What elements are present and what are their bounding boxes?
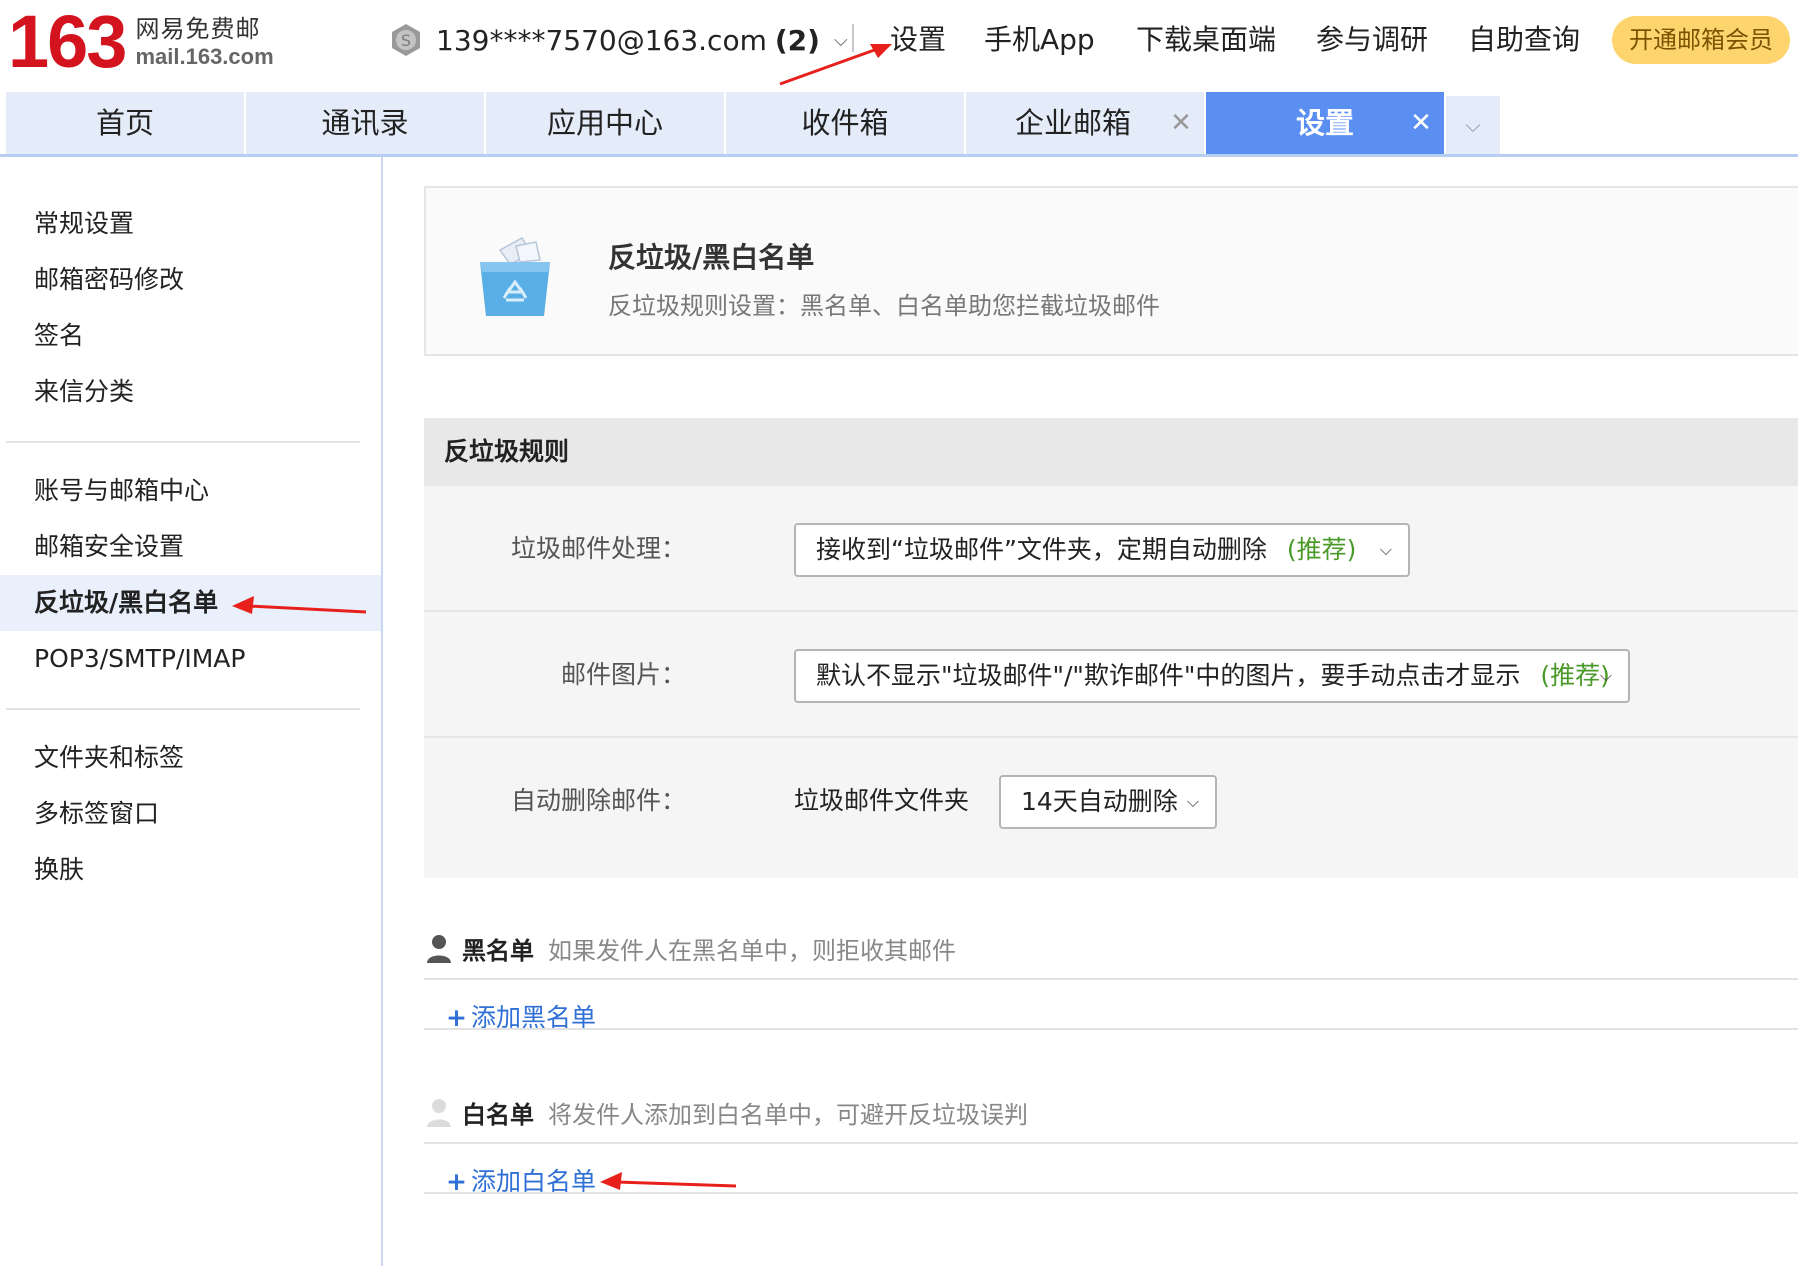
select-value: 默认不显示"垃圾邮件"/"欺诈邮件"中的图片，要手动点击才显示 xyxy=(816,661,1521,690)
junk-handling-label: 垃圾邮件处理： xyxy=(510,534,686,563)
select-value: 接收到“垃圾邮件”文件夹，定期自动删除 xyxy=(816,535,1267,564)
page-description: 反垃圾规则设置：黑名单、白名单助您拦截垃圾邮件 xyxy=(608,292,1160,320)
tab-label: 通讯录 xyxy=(321,106,409,140)
sidebar-item-account-center[interactable]: 账号与邮箱中心 xyxy=(0,463,381,519)
nav-settings[interactable]: 设置 xyxy=(890,18,946,62)
chevron-down-icon: ⌵ xyxy=(1379,540,1392,559)
account-email: 139****7570@163.com xyxy=(436,23,767,57)
nav-mobile-app[interactable]: 手机App xyxy=(984,18,1095,62)
tab-contacts[interactable]: 通讯录 xyxy=(246,92,484,154)
tab-app-center[interactable]: 应用中心 xyxy=(486,92,724,154)
tab-inbox[interactable]: 收件箱 xyxy=(726,92,964,154)
sidebar-item-folders-labels[interactable]: 文件夹和标签 xyxy=(0,730,381,786)
antispam-rules-panel: 反垃圾规则 垃圾邮件处理： 接收到“垃圾邮件”文件夹，定期自动删除 (推荐) ⌵ … xyxy=(424,418,1798,878)
tab-label: 应用中心 xyxy=(546,106,663,140)
vip-button[interactable]: 开通邮箱会员 xyxy=(1612,16,1790,64)
tab-bar: 首页 通讯录 应用中心 收件箱 企业邮箱 ✕ 设置 ✕ ⌵ xyxy=(0,90,1798,157)
sidebar-divider xyxy=(6,441,360,443)
chevron-down-icon: ⌵ xyxy=(1599,666,1612,685)
tab-settings[interactable]: 设置 ✕ xyxy=(1206,92,1444,154)
sidebar-item-multi-tab[interactable]: 多标签窗口 xyxy=(0,786,381,842)
divider xyxy=(424,1192,1798,1194)
logo-domain: mail.163.com xyxy=(135,44,274,69)
close-icon[interactable]: ✕ xyxy=(1406,92,1436,154)
sidebar-item-antispam[interactable]: 反垃圾/黑白名单 xyxy=(0,575,381,631)
tab-enterprise-mail[interactable]: 企业邮箱 ✕ xyxy=(966,92,1204,154)
divider xyxy=(424,1028,1798,1030)
sidebar-item-password[interactable]: 邮箱密码修改 xyxy=(0,252,381,308)
logo-cn: 网易免费邮 xyxy=(135,15,261,43)
mail-images-row: 邮件图片： 默认不显示"垃圾邮件"/"欺诈邮件"中的图片，要手动点击才显示 (推荐… xyxy=(424,612,1798,738)
close-icon[interactable]: ✕ xyxy=(1166,92,1196,154)
recycle-bin-icon xyxy=(480,237,550,316)
sidebar-item-general[interactable]: 常规设置 xyxy=(0,196,381,252)
person-icon xyxy=(427,1099,451,1127)
sidebar-item-signature[interactable]: 签名 xyxy=(0,308,381,364)
recommend-tag: (推荐) xyxy=(1286,535,1357,564)
auto-delete-folder: 垃圾邮件文件夹 xyxy=(794,786,970,815)
header: 163 网易免费邮 mail.163.com S 139****7570@163… xyxy=(0,0,1798,90)
blacklist-title: 黑名单 xyxy=(462,936,534,965)
person-icon xyxy=(427,935,451,963)
nav-desktop-download[interactable]: 下载桌面端 xyxy=(1136,18,1276,62)
nav-survey[interactable]: 参与调研 xyxy=(1316,18,1428,62)
junk-handling-select[interactable]: 接收到“垃圾邮件”文件夹，定期自动删除 (推荐) ⌵ xyxy=(794,523,1410,577)
sidebar-item-security[interactable]: 邮箱安全设置 xyxy=(0,519,381,575)
settings-sidebar: 常规设置 邮箱密码修改 签名 来信分类 账号与邮箱中心 邮箱安全设置 反垃圾/黑… xyxy=(0,157,383,1266)
chevron-down-icon: ⌵ xyxy=(833,29,848,51)
mail-images-label: 邮件图片： xyxy=(560,660,686,689)
auto-delete-select[interactable]: 14天自动删除 ⌵ xyxy=(999,775,1217,829)
sidebar-item-pop3-smtp-imap[interactable]: POP3/SMTP/IMAP xyxy=(0,631,381,687)
junk-handling-row: 垃圾邮件处理： 接收到“垃圾邮件”文件夹，定期自动删除 (推荐) ⌵ xyxy=(424,486,1798,612)
sidebar-divider xyxy=(6,708,360,710)
tab-label: 首页 xyxy=(95,106,154,140)
blacklist-header: 黑名单 如果发件人在黑名单中，则拒收其邮件 xyxy=(424,918,1798,978)
header-divider xyxy=(852,24,854,52)
blacklist-description: 如果发件人在黑名单中，则拒收其邮件 xyxy=(548,936,956,965)
chevron-down-icon: ⌵ xyxy=(1465,113,1481,137)
logo-text: 网易免费邮 mail.163.com xyxy=(135,14,273,70)
whitelist-title: 白名单 xyxy=(462,1100,534,1129)
tab-label: 企业邮箱 xyxy=(1014,106,1131,140)
whitelist-header: 白名单 将发件人添加到白名单中，可避开反垃圾误判 xyxy=(424,1082,1798,1142)
tab-home[interactable]: 首页 xyxy=(6,92,244,154)
rules-heading: 反垃圾规则 xyxy=(424,418,1798,486)
logo[interactable]: 163 网易免费邮 mail.163.com xyxy=(8,4,274,80)
coin-icon: S xyxy=(392,24,420,56)
divider xyxy=(424,1142,1798,1144)
chevron-down-icon: ⌵ xyxy=(1186,792,1199,811)
auto-delete-label: 自动删除邮件： xyxy=(510,786,686,815)
account-count: (2) xyxy=(774,23,820,57)
tab-label: 设置 xyxy=(1295,106,1354,140)
divider xyxy=(424,978,1798,980)
select-value: 14天自动删除 xyxy=(1021,787,1178,816)
logo-number: 163 xyxy=(8,0,127,83)
auto-delete-row: 自动删除邮件： 垃圾邮件文件夹 14天自动删除 ⌵ xyxy=(424,738,1798,864)
intro-card: 反垃圾/黑白名单 反垃圾规则设置：黑名单、白名单助您拦截垃圾邮件 xyxy=(424,186,1798,356)
page-title: 反垃圾/黑白名单 xyxy=(608,241,815,274)
tab-label: 收件箱 xyxy=(801,106,889,140)
account-switcher[interactable]: S 139****7570@163.com (2) ⌵ xyxy=(388,18,848,62)
sidebar-item-skin[interactable]: 换肤 xyxy=(0,842,381,898)
sidebar-item-mail-sorting[interactable]: 来信分类 xyxy=(0,364,381,420)
svg-text:S: S xyxy=(401,31,411,50)
nav-self-service[interactable]: 自助查询 xyxy=(1468,18,1580,62)
whitelist-description: 将发件人添加到白名单中，可避开反垃圾误判 xyxy=(548,1100,1028,1129)
tab-more-button[interactable]: ⌵ xyxy=(1446,96,1500,154)
mail-images-select[interactable]: 默认不显示"垃圾邮件"/"欺诈邮件"中的图片，要手动点击才显示 (推荐) ⌵ xyxy=(794,649,1630,703)
